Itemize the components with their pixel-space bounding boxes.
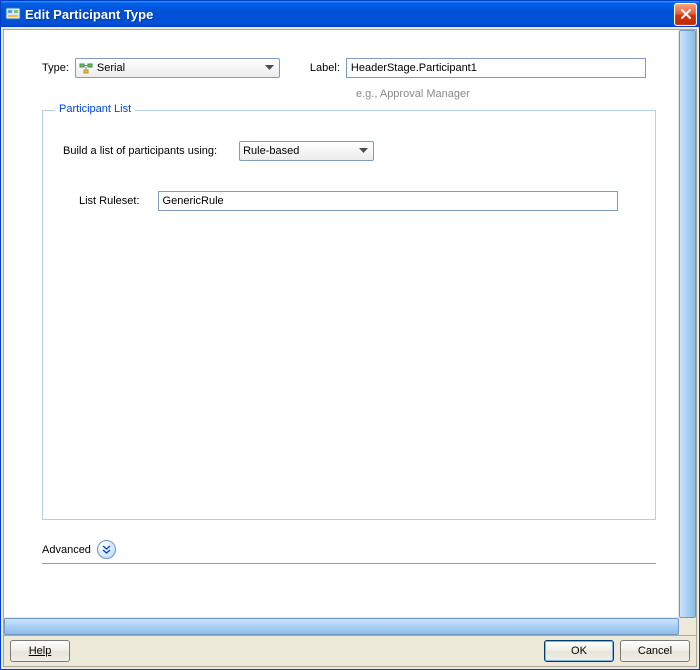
ruleset-row: List Ruleset: [63,191,635,211]
window-title: Edit Participant Type [25,7,674,22]
app-icon [5,6,21,22]
build-label: Build a list of participants using: [63,145,217,157]
advanced-section-header: Advanced [42,540,656,564]
close-button[interactable] [674,3,697,26]
build-method-combo[interactable]: Rule-based [239,141,374,161]
vertical-scrollbar-thumb[interactable] [679,30,696,618]
dialog-window: Edit Participant Type Type: [0,0,700,670]
label-hint: e.g., Approval Manager [356,88,676,100]
cancel-button[interactable]: Cancel [620,640,690,662]
type-value: Serial [97,62,262,74]
label-field[interactable] [346,58,646,78]
advanced-expander[interactable] [97,540,116,559]
type-combo[interactable]: Serial [75,58,280,78]
chevron-down-icon [262,65,277,71]
client-area: Type: Serial [3,29,697,667]
participant-list-fieldset: Participant List Build a list of partici… [42,110,656,520]
advanced-label: Advanced [42,544,91,556]
build-method-value: Rule-based [243,145,356,157]
scroll-corner [679,618,696,635]
scroll-area: Type: Serial [4,30,696,635]
content-pane: Type: Serial [12,38,676,615]
serial-icon [79,61,93,75]
chevron-down-icon [356,148,371,154]
titlebar: Edit Participant Type [1,1,699,27]
type-label-row: Type: Serial [12,38,676,82]
ok-button[interactable]: OK [544,640,614,662]
ruleset-field[interactable] [158,191,618,211]
horizontal-scrollbar[interactable] [4,617,679,635]
type-label: Type: [42,62,69,74]
button-bar: Help OK Cancel [4,635,696,666]
participant-list-legend: Participant List [55,103,135,115]
help-button[interactable]: Help [10,640,70,662]
build-row: Build a list of participants using: Rule… [63,141,635,161]
label-label: Label: [310,62,340,74]
vertical-scrollbar[interactable] [678,30,696,618]
horizontal-scrollbar-thumb[interactable] [4,618,679,635]
ruleset-label: List Ruleset: [79,195,140,207]
